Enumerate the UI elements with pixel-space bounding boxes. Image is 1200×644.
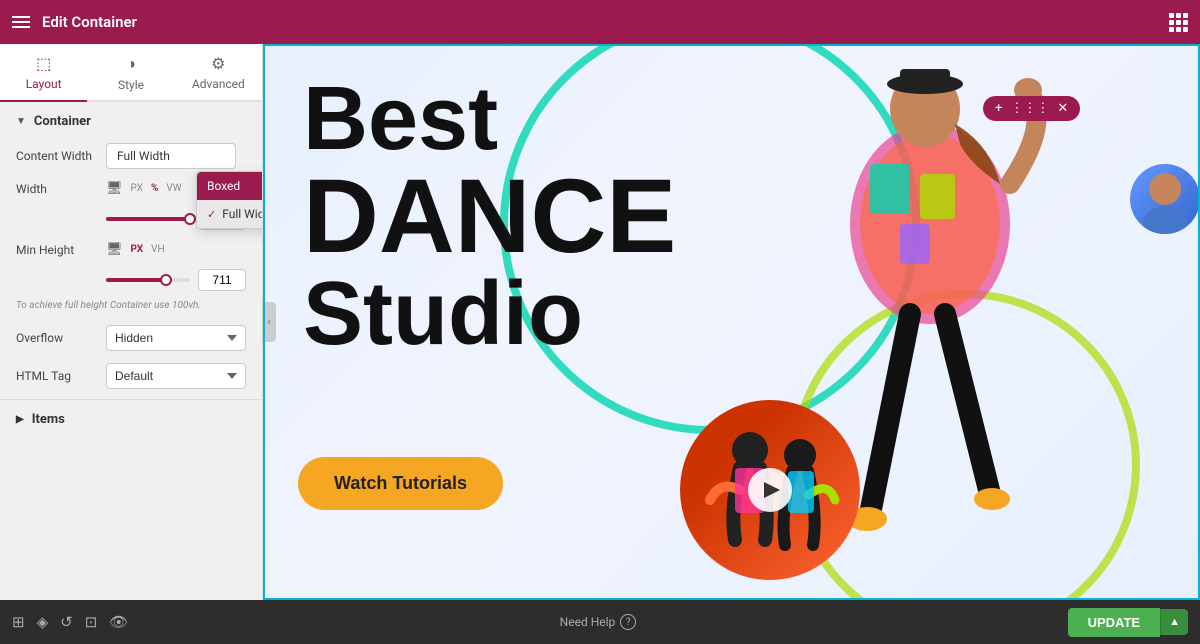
content-width-row: Content Width Full Width Boxed ✓ Full Wi… bbox=[0, 137, 262, 175]
min-height-input[interactable]: 711 bbox=[198, 269, 246, 291]
content-width-popup: Boxed ✓ Full Width bbox=[196, 171, 262, 229]
width-units: PX % VW bbox=[129, 182, 184, 195]
eye-icon[interactable]: 👁 bbox=[109, 613, 128, 631]
tab-bar: ⬚ Layout ◑ Style ⚙ Advanced bbox=[0, 44, 262, 102]
width-slider-thumb[interactable] bbox=[184, 213, 196, 225]
option-boxed-label: Boxed bbox=[207, 179, 240, 193]
update-button[interactable]: UPDATE bbox=[1068, 608, 1160, 637]
sidebar-content: ▼ Container Content Width Full Width Box… bbox=[0, 102, 262, 600]
overflow-label: Overflow bbox=[16, 331, 106, 345]
width-slider-track[interactable] bbox=[106, 217, 190, 221]
video-circle[interactable] bbox=[680, 400, 860, 580]
min-height-slider-container: 711 bbox=[106, 269, 246, 291]
width-slider-fill bbox=[106, 217, 190, 221]
width-unit-pct[interactable]: % bbox=[149, 182, 160, 195]
items-section-header[interactable]: ▶ Items bbox=[0, 399, 262, 439]
hero-line1: Best bbox=[303, 74, 676, 164]
min-height-slider-fill bbox=[106, 278, 166, 282]
settings-icon[interactable]: ⊡ bbox=[85, 613, 98, 631]
min-height-controls: 🖥 PX VH bbox=[106, 242, 246, 257]
main-area: ⬚ Layout ◑ Style ⚙ Advanced ▼ Container … bbox=[0, 44, 1200, 600]
width-unit-px[interactable]: PX bbox=[129, 182, 145, 195]
avatar-circle bbox=[1130, 164, 1200, 234]
html-tag-select[interactable]: Default div header footer bbox=[106, 363, 246, 389]
container-section-label: Container bbox=[34, 114, 91, 129]
container-arrow-icon: ▼ bbox=[16, 116, 26, 127]
play-triangle-icon bbox=[764, 482, 780, 498]
min-height-row: Min Height 🖥 PX VH bbox=[0, 236, 262, 263]
top-bar: Edit Container bbox=[0, 0, 1200, 44]
need-help-label: Need Help bbox=[560, 615, 616, 629]
option-boxed[interactable]: Boxed bbox=[197, 172, 262, 200]
drag-icon[interactable]: ⋮⋮⋮ bbox=[1010, 101, 1049, 116]
bottom-bar: ⊞ ◈ ↺ ⊡ 👁 Need Help ? UPDATE ▲ bbox=[0, 600, 1200, 644]
hero-line3: Studio bbox=[303, 269, 676, 359]
min-height-monitor-icon: 🖥 bbox=[106, 242, 123, 257]
tab-advanced[interactable]: ⚙ Advanced bbox=[175, 44, 262, 102]
tab-layout-label: Layout bbox=[26, 77, 62, 91]
tab-layout[interactable]: ⬚ Layout bbox=[0, 44, 87, 102]
min-height-unit-vh[interactable]: VH bbox=[149, 243, 167, 256]
width-label: Width bbox=[16, 182, 106, 196]
watch-tutorials-button[interactable]: Watch Tutorials bbox=[298, 457, 503, 510]
layers-icon[interactable]: ⊞ bbox=[12, 613, 25, 631]
layout-icon: ⬚ bbox=[36, 54, 51, 73]
grid-icon[interactable] bbox=[1169, 13, 1188, 32]
items-section-label: Items bbox=[32, 412, 65, 427]
tab-style[interactable]: ◑ Style bbox=[87, 44, 174, 102]
undo-icon[interactable]: ↺ bbox=[60, 613, 73, 631]
page-title: Edit Container bbox=[42, 13, 137, 31]
advanced-icon: ⚙ bbox=[211, 54, 225, 73]
html-tag-label: HTML Tag bbox=[16, 369, 106, 383]
style-icon: ◑ bbox=[126, 54, 136, 74]
hamburger-icon[interactable] bbox=[12, 16, 30, 28]
canvas-inner: Best DANCE Studio Watch Tutorials bbox=[263, 44, 1200, 600]
min-height-slider-track[interactable] bbox=[106, 278, 190, 282]
sidebar: ⬚ Layout ◑ Style ⚙ Advanced ▼ Container … bbox=[0, 44, 263, 600]
add-element-icon[interactable]: + bbox=[995, 101, 1002, 116]
content-width-dropdown[interactable]: Full Width bbox=[106, 143, 236, 169]
width-unit-vw[interactable]: VW bbox=[164, 182, 183, 195]
hero-line2: DANCE bbox=[303, 164, 676, 269]
overflow-row: Overflow Hidden Default Auto Scroll bbox=[0, 319, 262, 357]
option-full-width[interactable]: ✓ Full Width bbox=[197, 200, 262, 228]
update-dropdown-button[interactable]: ▲ bbox=[1160, 609, 1188, 635]
help-circle-icon: ? bbox=[620, 614, 636, 630]
option-full-width-label: Full Width bbox=[222, 207, 262, 221]
close-canvas-icon[interactable]: ✕ bbox=[1057, 101, 1068, 116]
html-tag-row: HTML Tag Default div header footer bbox=[0, 357, 262, 395]
need-help[interactable]: Need Help ? bbox=[560, 614, 637, 630]
tab-style-label: Style bbox=[118, 78, 144, 92]
bottom-icons: ⊞ ◈ ↺ ⊡ 👁 bbox=[12, 613, 128, 631]
update-button-group: UPDATE ▲ bbox=[1068, 608, 1188, 637]
min-height-slider-thumb[interactable] bbox=[160, 274, 172, 286]
canvas[interactable]: + ⋮⋮⋮ ✕ Best DANCE Studio Watch Tutorial… bbox=[263, 44, 1200, 600]
content-width-value: Full Width bbox=[117, 149, 170, 163]
width-monitor-icon: 🖥 bbox=[106, 181, 123, 196]
hint-text: To achieve full height Container use 100… bbox=[0, 297, 262, 319]
min-height-label: Min Height bbox=[16, 243, 106, 257]
min-height-units: PX VH bbox=[129, 243, 167, 256]
tab-advanced-label: Advanced bbox=[192, 77, 245, 91]
check-icon: ✓ bbox=[207, 208, 216, 221]
min-height-unit-px[interactable]: PX bbox=[129, 243, 146, 256]
play-button[interactable] bbox=[748, 468, 792, 512]
elements-icon[interactable]: ◈ bbox=[37, 613, 49, 631]
items-arrow-icon: ▶ bbox=[16, 414, 24, 425]
overflow-select[interactable]: Hidden Default Auto Scroll bbox=[106, 325, 246, 351]
hero-text: Best DANCE Studio bbox=[303, 74, 676, 359]
content-width-label: Content Width bbox=[16, 149, 106, 163]
content-width-dropdown-wrapper: Full Width Boxed ✓ Full Width bbox=[106, 143, 236, 169]
canvas-controls: + ⋮⋮⋮ ✕ bbox=[983, 96, 1080, 121]
min-height-slider-row: 711 bbox=[0, 263, 262, 297]
container-section-header[interactable]: ▼ Container bbox=[0, 102, 262, 137]
collapse-handle[interactable]: ‹ bbox=[262, 302, 276, 342]
